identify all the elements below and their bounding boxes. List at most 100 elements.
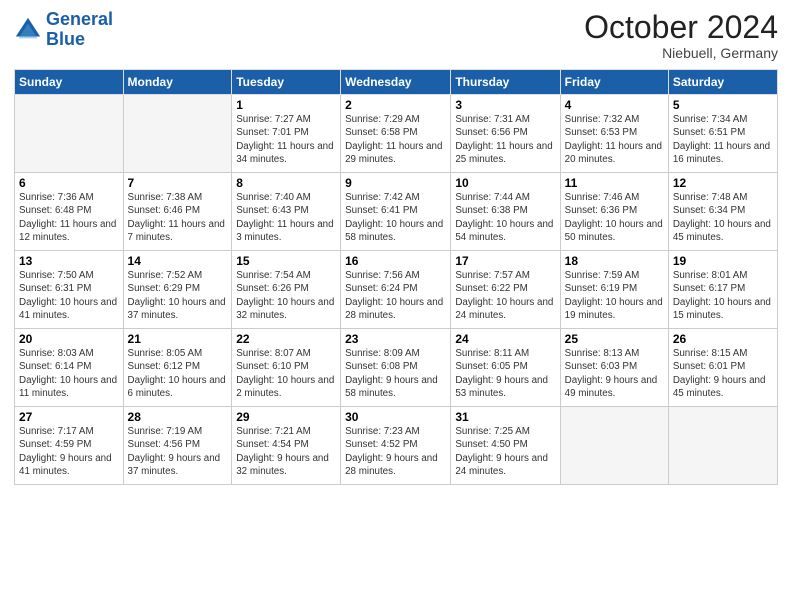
week-row-3: 20Sunrise: 8:03 AM Sunset: 6:14 PM Dayli… (15, 329, 778, 407)
header-area: General Blue October 2024 Niebuell, Germ… (14, 10, 778, 61)
day-number: 22 (236, 332, 336, 346)
calendar-cell: 31Sunrise: 7:25 AM Sunset: 4:50 PM Dayli… (451, 407, 560, 485)
day-number: 6 (19, 176, 119, 190)
day-detail: Sunrise: 7:34 AM Sunset: 6:51 PM Dayligh… (673, 113, 773, 166)
week-row-2: 13Sunrise: 7:50 AM Sunset: 6:31 PM Dayli… (15, 251, 778, 329)
calendar-cell: 11Sunrise: 7:46 AM Sunset: 6:36 PM Dayli… (560, 173, 668, 251)
day-number: 19 (673, 254, 773, 268)
day-number: 20 (19, 332, 119, 346)
calendar-cell: 18Sunrise: 7:59 AM Sunset: 6:19 PM Dayli… (560, 251, 668, 329)
calendar-cell (123, 95, 232, 173)
day-number: 24 (455, 332, 555, 346)
calendar-cell: 1Sunrise: 7:27 AM Sunset: 7:01 PM Daylig… (232, 95, 341, 173)
calendar-cell: 29Sunrise: 7:21 AM Sunset: 4:54 PM Dayli… (232, 407, 341, 485)
day-number: 21 (128, 332, 228, 346)
day-number: 17 (455, 254, 555, 268)
calendar-cell: 22Sunrise: 8:07 AM Sunset: 6:10 PM Dayli… (232, 329, 341, 407)
day-detail: Sunrise: 8:13 AM Sunset: 6:03 PM Dayligh… (565, 347, 664, 400)
day-number: 15 (236, 254, 336, 268)
calendar-cell: 14Sunrise: 7:52 AM Sunset: 6:29 PM Dayli… (123, 251, 232, 329)
day-detail: Sunrise: 7:19 AM Sunset: 4:56 PM Dayligh… (128, 425, 228, 478)
day-detail: Sunrise: 8:11 AM Sunset: 6:05 PM Dayligh… (455, 347, 555, 400)
day-detail: Sunrise: 7:27 AM Sunset: 7:01 PM Dayligh… (236, 113, 336, 166)
day-number: 31 (455, 410, 555, 424)
logo-text: General Blue (46, 10, 113, 50)
calendar-cell (15, 95, 124, 173)
day-detail: Sunrise: 7:38 AM Sunset: 6:46 PM Dayligh… (128, 191, 228, 244)
day-number: 18 (565, 254, 664, 268)
calendar-cell: 5Sunrise: 7:34 AM Sunset: 6:51 PM Daylig… (668, 95, 777, 173)
day-number: 12 (673, 176, 773, 190)
day-detail: Sunrise: 7:48 AM Sunset: 6:34 PM Dayligh… (673, 191, 773, 244)
calendar-cell: 28Sunrise: 7:19 AM Sunset: 4:56 PM Dayli… (123, 407, 232, 485)
calendar-cell: 9Sunrise: 7:42 AM Sunset: 6:41 PM Daylig… (341, 173, 451, 251)
col-friday: Friday (560, 70, 668, 95)
day-detail: Sunrise: 7:42 AM Sunset: 6:41 PM Dayligh… (345, 191, 446, 244)
calendar-cell: 4Sunrise: 7:32 AM Sunset: 6:53 PM Daylig… (560, 95, 668, 173)
calendar-cell: 3Sunrise: 7:31 AM Sunset: 6:56 PM Daylig… (451, 95, 560, 173)
week-row-1: 6Sunrise: 7:36 AM Sunset: 6:48 PM Daylig… (15, 173, 778, 251)
day-detail: Sunrise: 8:01 AM Sunset: 6:17 PM Dayligh… (673, 269, 773, 322)
calendar-cell: 12Sunrise: 7:48 AM Sunset: 6:34 PM Dayli… (668, 173, 777, 251)
logo-line1: General (46, 9, 113, 29)
calendar-cell (560, 407, 668, 485)
logo-line2: Blue (46, 29, 85, 49)
day-number: 23 (345, 332, 446, 346)
day-number: 28 (128, 410, 228, 424)
calendar-cell: 23Sunrise: 8:09 AM Sunset: 6:08 PM Dayli… (341, 329, 451, 407)
day-number: 10 (455, 176, 555, 190)
day-detail: Sunrise: 7:50 AM Sunset: 6:31 PM Dayligh… (19, 269, 119, 322)
logo: General Blue (14, 10, 113, 50)
calendar-cell: 2Sunrise: 7:29 AM Sunset: 6:58 PM Daylig… (341, 95, 451, 173)
calendar-cell: 19Sunrise: 8:01 AM Sunset: 6:17 PM Dayli… (668, 251, 777, 329)
day-number: 3 (455, 98, 555, 112)
day-detail: Sunrise: 8:05 AM Sunset: 6:12 PM Dayligh… (128, 347, 228, 400)
page: General Blue October 2024 Niebuell, Germ… (0, 0, 792, 495)
day-detail: Sunrise: 7:32 AM Sunset: 6:53 PM Dayligh… (565, 113, 664, 166)
col-thursday: Thursday (451, 70, 560, 95)
day-detail: Sunrise: 7:44 AM Sunset: 6:38 PM Dayligh… (455, 191, 555, 244)
day-number: 4 (565, 98, 664, 112)
col-wednesday: Wednesday (341, 70, 451, 95)
day-detail: Sunrise: 7:21 AM Sunset: 4:54 PM Dayligh… (236, 425, 336, 478)
calendar-cell: 21Sunrise: 8:05 AM Sunset: 6:12 PM Dayli… (123, 329, 232, 407)
month-title: October 2024 (584, 10, 778, 45)
day-detail: Sunrise: 7:23 AM Sunset: 4:52 PM Dayligh… (345, 425, 446, 478)
calendar-cell: 27Sunrise: 7:17 AM Sunset: 4:59 PM Dayli… (15, 407, 124, 485)
day-detail: Sunrise: 7:56 AM Sunset: 6:24 PM Dayligh… (345, 269, 446, 322)
day-number: 5 (673, 98, 773, 112)
calendar-cell: 13Sunrise: 7:50 AM Sunset: 6:31 PM Dayli… (15, 251, 124, 329)
week-row-4: 27Sunrise: 7:17 AM Sunset: 4:59 PM Dayli… (15, 407, 778, 485)
day-detail: Sunrise: 8:09 AM Sunset: 6:08 PM Dayligh… (345, 347, 446, 400)
col-sunday: Sunday (15, 70, 124, 95)
title-area: October 2024 Niebuell, Germany (584, 10, 778, 61)
calendar-cell: 25Sunrise: 8:13 AM Sunset: 6:03 PM Dayli… (560, 329, 668, 407)
day-detail: Sunrise: 7:40 AM Sunset: 6:43 PM Dayligh… (236, 191, 336, 244)
day-number: 30 (345, 410, 446, 424)
day-detail: Sunrise: 7:31 AM Sunset: 6:56 PM Dayligh… (455, 113, 555, 166)
day-number: 2 (345, 98, 446, 112)
day-detail: Sunrise: 7:17 AM Sunset: 4:59 PM Dayligh… (19, 425, 119, 478)
day-detail: Sunrise: 8:07 AM Sunset: 6:10 PM Dayligh… (236, 347, 336, 400)
col-saturday: Saturday (668, 70, 777, 95)
location: Niebuell, Germany (584, 45, 778, 61)
day-number: 26 (673, 332, 773, 346)
day-number: 27 (19, 410, 119, 424)
logo-icon (14, 16, 42, 44)
day-number: 13 (19, 254, 119, 268)
calendar-table: Sunday Monday Tuesday Wednesday Thursday… (14, 69, 778, 485)
day-number: 14 (128, 254, 228, 268)
day-detail: Sunrise: 7:57 AM Sunset: 6:22 PM Dayligh… (455, 269, 555, 322)
day-number: 8 (236, 176, 336, 190)
col-tuesday: Tuesday (232, 70, 341, 95)
day-number: 11 (565, 176, 664, 190)
week-row-0: 1Sunrise: 7:27 AM Sunset: 7:01 PM Daylig… (15, 95, 778, 173)
day-detail: Sunrise: 7:59 AM Sunset: 6:19 PM Dayligh… (565, 269, 664, 322)
day-number: 7 (128, 176, 228, 190)
calendar-cell: 8Sunrise: 7:40 AM Sunset: 6:43 PM Daylig… (232, 173, 341, 251)
day-number: 9 (345, 176, 446, 190)
calendar-cell: 24Sunrise: 8:11 AM Sunset: 6:05 PM Dayli… (451, 329, 560, 407)
day-detail: Sunrise: 7:46 AM Sunset: 6:36 PM Dayligh… (565, 191, 664, 244)
day-detail: Sunrise: 8:15 AM Sunset: 6:01 PM Dayligh… (673, 347, 773, 400)
day-detail: Sunrise: 7:36 AM Sunset: 6:48 PM Dayligh… (19, 191, 119, 244)
